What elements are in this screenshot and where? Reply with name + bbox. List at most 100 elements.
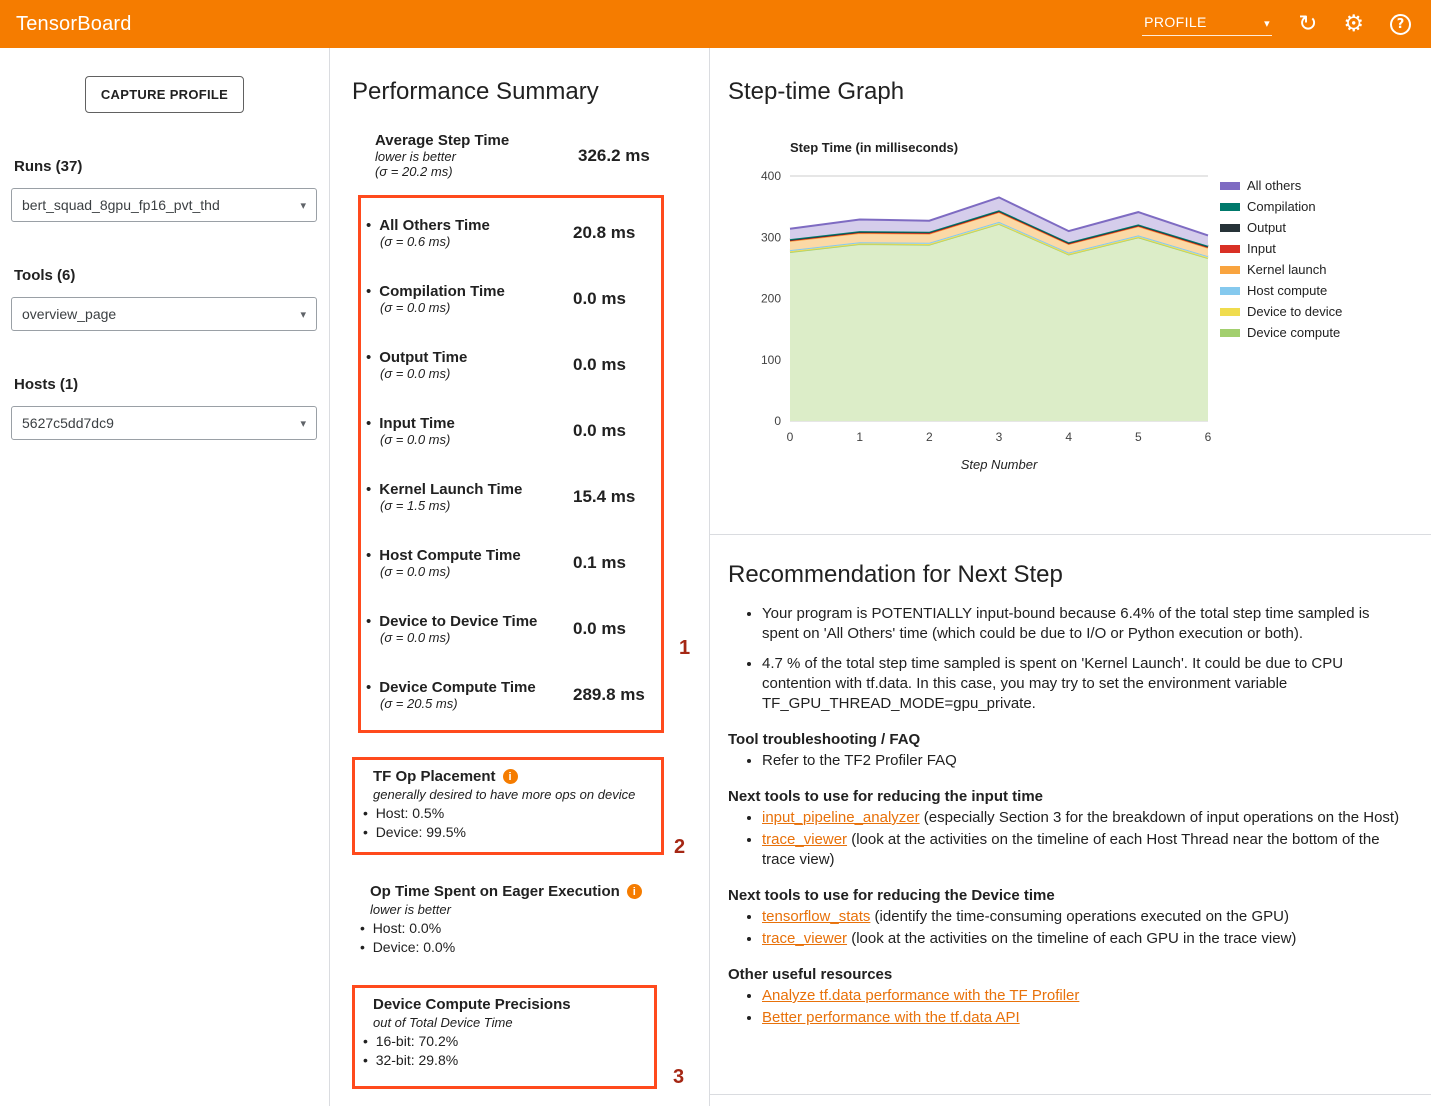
metric-list: •All Others Time(σ = 0.6 ms)20.8 ms•Comp…	[361, 200, 661, 728]
stat-title: Device Compute Precisions	[373, 996, 571, 1013]
right-column: Step-time Graph Step Time (in millisecon…	[710, 48, 1431, 1106]
metric-sigma: (σ = 20.2 ms)	[375, 164, 578, 179]
recommendation-section: Next tools to use for reducing the input…	[728, 788, 1401, 870]
bullet-icon: •	[366, 547, 371, 564]
tool-link[interactable]: Analyze tf.data performance with the TF …	[762, 987, 1079, 1004]
recommendation-bullet: 4.7 % of the total step time sampled is …	[762, 654, 1401, 714]
y-tick-label: 0	[774, 414, 781, 428]
bullet-icon: •	[366, 481, 371, 498]
recommendation-title: Recommendation for Next Step	[728, 561, 1401, 589]
legend-swatch	[1220, 308, 1240, 316]
section-item: trace_viewer (look at the activities on …	[762, 830, 1401, 870]
x-tick-label: 5	[1135, 430, 1142, 444]
runs-select[interactable]: bert_squad_8gpu_fp16_pvt_thd ▾	[11, 188, 317, 222]
legend-swatch	[1220, 329, 1240, 337]
tools-select[interactable]: overview_page ▾	[11, 297, 317, 331]
metric-value: 20.8 ms	[573, 223, 655, 243]
y-tick-label: 200	[761, 292, 781, 306]
hosts-select-value: 5627c5dd7dc9	[22, 415, 114, 431]
info-icon[interactable]: i	[503, 769, 518, 784]
tool-link[interactable]: input_pipeline_analyzer	[762, 809, 920, 826]
annotated-box-2: TF Op Placement i generally desired to h…	[352, 757, 664, 855]
metric-label: Compilation Time	[379, 283, 505, 300]
stat-item: 16-bit: 70.2%	[363, 1032, 644, 1051]
legend-label: Device to device	[1247, 304, 1342, 319]
chevron-down-icon: ▾	[300, 308, 306, 321]
chevron-down-icon: ▾	[300, 417, 306, 430]
tf-op-placement-list: Host: 0.5%Device: 99.5%	[363, 804, 651, 842]
metric-label: Kernel Launch Time	[379, 481, 522, 498]
recommendation-card: Recommendation for Next Step Your progra…	[710, 535, 1431, 1095]
app-title: TensorBoard	[16, 13, 132, 36]
area-device-compute	[790, 224, 1208, 421]
tensorboard-app: TensorBoard PROFILE ▾ ↻ ⚙ ? CAPTURE PROF…	[0, 0, 1431, 1106]
device-compute-precisions-block: Device Compute Precisions out of Total D…	[359, 996, 644, 1070]
recommendation-section: Next tools to use for reducing the Devic…	[728, 887, 1401, 949]
section-heading: Next tools to use for reducing the input…	[728, 788, 1401, 805]
bullet-icon: •	[366, 415, 371, 432]
topbar-controls: PROFILE ▾ ↻ ⚙ ?	[1142, 12, 1411, 36]
annotation-number-3: 3	[673, 1066, 684, 1089]
stat-note: generally desired to have more ops on de…	[373, 787, 651, 802]
chevron-down-icon: ▾	[1264, 17, 1270, 30]
runs-field: Runs (37) bert_squad_8gpu_fp16_pvt_thd ▾	[0, 158, 329, 222]
topbar: TensorBoard PROFILE ▾ ↻ ⚙ ?	[0, 0, 1431, 48]
tool-link[interactable]: Better performance with the tf.data API	[762, 1009, 1020, 1026]
tool-link[interactable]: trace_viewer	[762, 831, 847, 848]
metric-value: 0.0 ms	[573, 289, 655, 309]
section-item-text: Refer to the TF2 Profiler FAQ	[762, 752, 957, 769]
section-item-text: (look at the activities on the timeline …	[847, 930, 1296, 947]
section-item: trace_viewer (look at the activities on …	[762, 929, 1401, 949]
y-tick-label: 100	[761, 353, 781, 367]
x-tick-label: 4	[1065, 430, 1072, 444]
tools-field: Tools (6) overview_page ▾	[0, 267, 329, 331]
capture-profile-button[interactable]: CAPTURE PROFILE	[85, 76, 244, 113]
metric-label: Device to Device Time	[379, 613, 537, 630]
metric-row: •Device Compute Time(σ = 20.5 ms)289.8 m…	[361, 662, 661, 728]
section-item: Better performance with the tf.data API	[762, 1008, 1401, 1028]
metric-value: 0.0 ms	[573, 619, 655, 639]
info-icon[interactable]: i	[627, 884, 642, 899]
dashboard-select[interactable]: PROFILE ▾	[1142, 12, 1272, 36]
section-item: Analyze tf.data performance with the TF …	[762, 986, 1401, 1006]
x-tick-label: 0	[787, 430, 794, 444]
help-icon[interactable]: ?	[1390, 14, 1411, 35]
runs-label: Runs (37)	[14, 158, 329, 175]
metric-row: •Device to Device Time(σ = 0.0 ms)0.0 ms	[361, 596, 661, 662]
hosts-select[interactable]: 5627c5dd7dc9 ▾	[11, 406, 317, 440]
chart-title: Step Time (in milliseconds)	[790, 140, 958, 155]
tool-link[interactable]: tensorflow_stats	[762, 908, 870, 925]
reload-icon[interactable]: ↻	[1298, 13, 1317, 36]
x-tick-label: 3	[996, 430, 1003, 444]
section-heading: Next tools to use for reducing the Devic…	[728, 887, 1401, 904]
hosts-label: Hosts (1)	[14, 376, 329, 393]
tool-link[interactable]: trace_viewer	[762, 930, 847, 947]
metric-label: All Others Time	[379, 217, 490, 234]
sidebar: CAPTURE PROFILE Runs (37) bert_squad_8gp…	[0, 48, 330, 1106]
metric-value: 326.2 ms	[578, 146, 666, 166]
metric-row: •Compilation Time(σ = 0.0 ms)0.0 ms	[361, 266, 661, 332]
eager-execution-list: Host: 0.0%Device: 0.0%	[360, 919, 664, 957]
legend-label: Device compute	[1247, 325, 1340, 340]
legend-swatch	[1220, 245, 1240, 253]
legend-swatch	[1220, 266, 1240, 274]
step-time-chart[interactable]: Step Time (in milliseconds)0100200300400…	[728, 116, 1408, 488]
x-axis-title: Step Number	[961, 457, 1038, 472]
stat-note: lower is better	[370, 902, 664, 917]
metric-value: 289.8 ms	[573, 685, 655, 705]
main-layout: CAPTURE PROFILE Runs (37) bert_squad_8gp…	[0, 48, 1431, 1106]
average-step-time-row: Average Step Time lower is better (σ = 2…	[375, 132, 691, 179]
legend-swatch	[1220, 287, 1240, 295]
stat-item: 32-bit: 29.8%	[363, 1051, 644, 1070]
metric-label: Device Compute Time	[379, 679, 535, 696]
bullet-icon: •	[366, 679, 371, 696]
metric-row: •All Others Time(σ = 0.6 ms)20.8 ms	[361, 200, 661, 266]
section-item: input_pipeline_analyzer (especially Sect…	[762, 808, 1401, 828]
tf-op-placement-block: TF Op Placement i generally desired to h…	[359, 768, 651, 842]
gear-icon[interactable]: ⚙	[1343, 13, 1364, 36]
stat-item: Host: 0.0%	[360, 919, 664, 938]
section-item: tensorflow_stats (identify the time-cons…	[762, 907, 1401, 927]
step-time-graph-title: Step-time Graph	[728, 78, 1431, 106]
stat-title: Op Time Spent on Eager Execution	[370, 883, 620, 900]
performance-summary-title: Performance Summary	[352, 78, 709, 106]
